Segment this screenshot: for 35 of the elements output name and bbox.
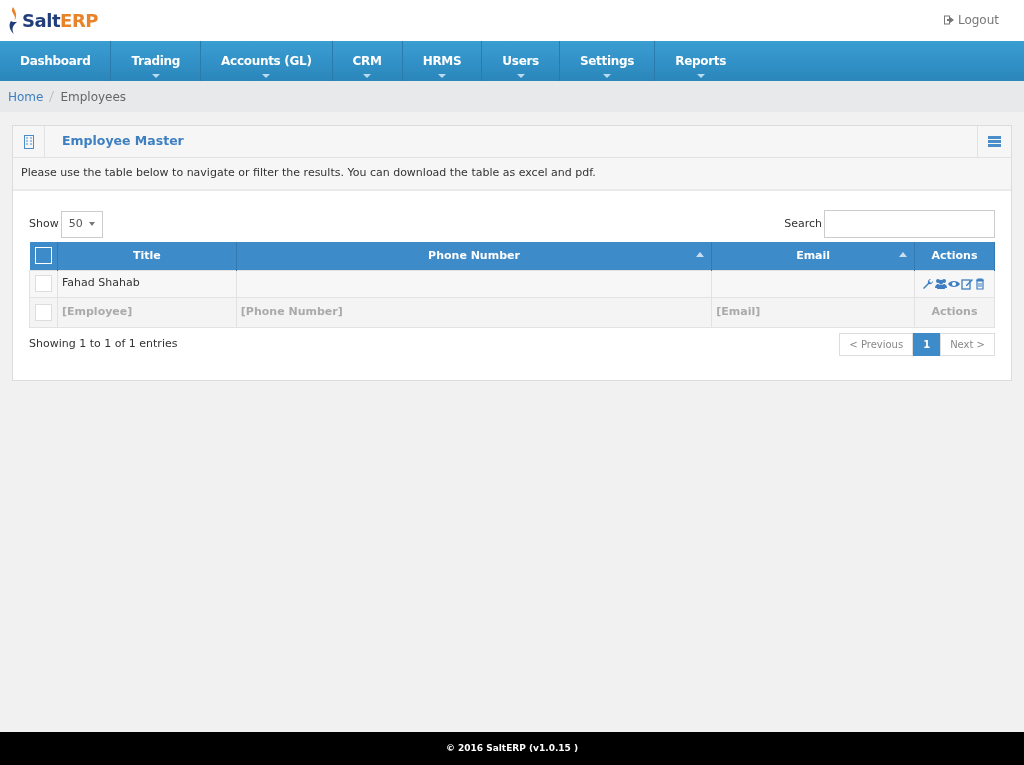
column-header[interactable]: Email (711, 242, 915, 270)
column-header[interactable]: Phone Number (236, 242, 712, 270)
column-header[interactable]: Title (57, 242, 237, 270)
logout-icon (943, 14, 954, 25)
filter-placeholder[interactable]: [Email] (716, 304, 761, 318)
pagination-button[interactable]: < Previous (839, 332, 914, 356)
entries-info: Showing 1 to 1 of 1 entries (29, 335, 178, 352)
edit-icon[interactable] (961, 277, 974, 290)
row-checkbox[interactable] (35, 275, 52, 292)
row-checkbox[interactable] (35, 303, 52, 321)
table-cell: Fahad Shahab (62, 276, 140, 290)
panel-title: Employee Master (61, 132, 185, 151)
search-label: Search (784, 215, 822, 232)
wrench-icon[interactable] (922, 277, 935, 290)
pagination-button[interactable]: 1 (913, 332, 941, 356)
filter-placeholder[interactable]: [Phone Number] (240, 304, 343, 318)
logo-text: SaltERP (22, 9, 99, 33)
breadcrumb-current: Employees (60, 88, 127, 106)
panel-description: Please use the table below to navigate or filter the results. You can download the table as excel and pdf. (13, 158, 1011, 191)
slash-separator-icon (49, 91, 55, 102)
pagination-button[interactable]: Next > (940, 332, 995, 356)
column-header[interactable]: Actions (914, 242, 995, 270)
building-icon (23, 134, 34, 149)
logout-link[interactable]: Logout (943, 10, 999, 29)
trash-icon[interactable] (974, 277, 987, 290)
caret-icon (88, 222, 95, 226)
list-icon (988, 136, 1001, 147)
show-label: Show (29, 215, 59, 232)
breadcrumb-link[interactable]: Home (8, 87, 44, 106)
search-field[interactable] (824, 210, 995, 238)
page-size-dropdown[interactable]: 50 (60, 210, 103, 238)
footer-copyright: © 2016 SaltERP (v1.0.15 ) (445, 741, 579, 755)
users-icon[interactable] (935, 277, 948, 290)
select-all-checkbox[interactable] (34, 247, 52, 265)
filter-placeholder[interactable]: [Employee] (62, 304, 133, 318)
